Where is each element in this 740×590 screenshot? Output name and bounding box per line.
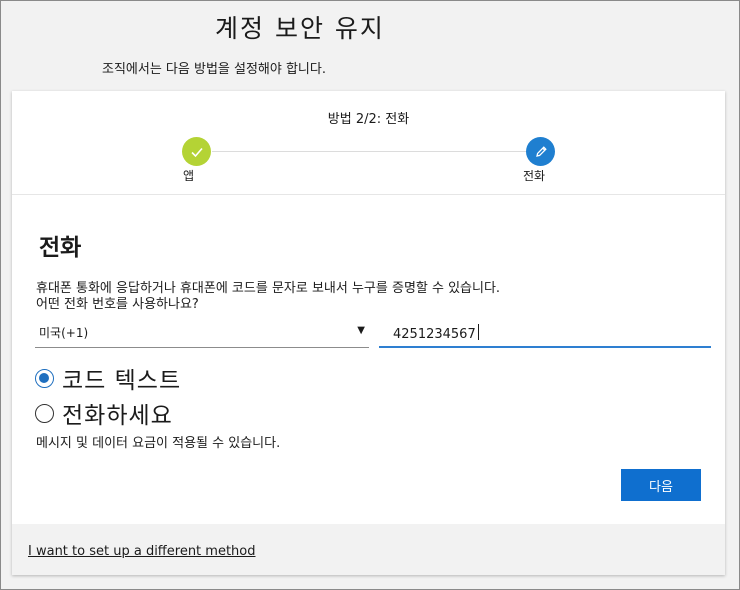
section-title: 전화 bbox=[39, 235, 82, 261]
step-app-label: 앱 bbox=[183, 169, 195, 183]
phone-number-input[interactable] bbox=[379, 317, 711, 348]
option-text-code[interactable]: 코드 텍스트 bbox=[35, 361, 181, 395]
country-code-select[interactable]: 미국(+1) ▼ bbox=[35, 317, 369, 348]
description: 휴대폰 통화에 응답하거나 휴대폰에 코드를 문자로 보내서 누구를 증명할 수… bbox=[36, 281, 716, 313]
page-subtitle: 조직에서는 다음 방법을 설정해야 합니다. bbox=[102, 62, 326, 77]
pencil-icon bbox=[535, 145, 547, 157]
rates-note: 메시지 및 데이터 요금이 적용될 수 있습니다. bbox=[36, 436, 281, 451]
progress-indicator: 방법 2/2: 전화 앱 전화 bbox=[12, 91, 725, 195]
country-code-value: 미국(+1) bbox=[39, 326, 89, 340]
radio-text-code[interactable] bbox=[35, 368, 54, 388]
setup-card: 방법 2/2: 전화 앱 전화 전화 휴대폰 통화에 응답하거나 휴대폰에 코드… bbox=[12, 91, 725, 575]
option-call-label: 전화하세요 bbox=[62, 403, 173, 429]
different-method-link[interactable]: I want to set up a different method bbox=[28, 544, 256, 559]
description-line-2: 어떤 전화 번호를 사용하나요? bbox=[36, 297, 199, 312]
page-title: 계정 보안 유지 bbox=[215, 14, 385, 43]
text-caret bbox=[478, 324, 479, 340]
description-line-1: 휴대폰 통화에 응답하거나 휴대폰에 코드를 문자로 보내서 누구를 증명할 수… bbox=[36, 281, 501, 296]
check-icon bbox=[190, 147, 203, 157]
progress-line bbox=[212, 151, 532, 152]
step-phone-label: 전화 bbox=[523, 169, 546, 183]
option-call[interactable]: 전화하세요 bbox=[35, 396, 173, 430]
next-button[interactable]: 다음 bbox=[621, 469, 701, 501]
step-phone-circle bbox=[526, 137, 555, 166]
dropdown-arrow-icon: ▼ bbox=[357, 325, 365, 336]
option-text-code-label: 코드 텍스트 bbox=[62, 368, 182, 394]
step-heading: 방법 2/2: 전화 bbox=[327, 112, 410, 127]
radio-call[interactable] bbox=[35, 403, 54, 423]
step-app-circle bbox=[182, 137, 211, 166]
